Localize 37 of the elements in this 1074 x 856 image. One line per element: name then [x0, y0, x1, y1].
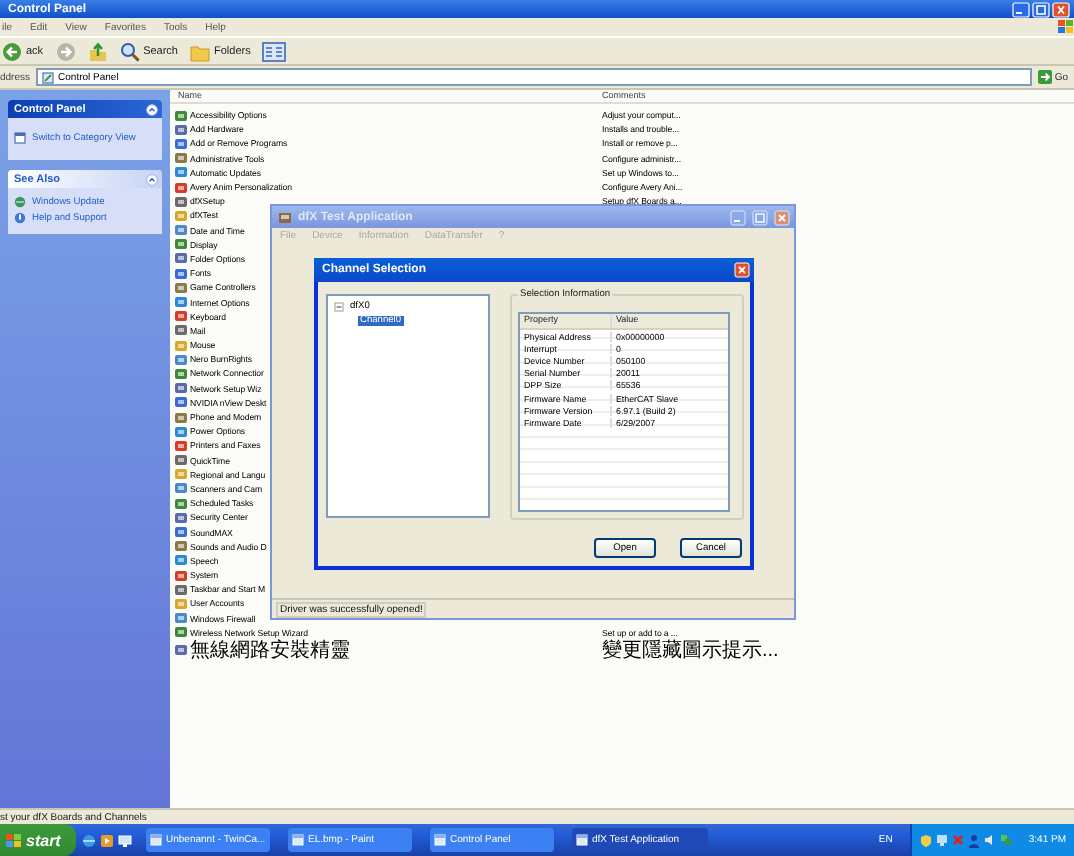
- forward-icon: [55, 41, 76, 61]
- person-icon[interactable]: [968, 833, 981, 847]
- help-icon: [14, 212, 26, 224]
- collapse-icon[interactable]: [146, 103, 158, 115]
- network-icon[interactable]: [1000, 834, 1013, 846]
- shield-icon[interactable]: [920, 833, 933, 847]
- window-icon: [434, 834, 446, 846]
- views-icon: [262, 41, 287, 61]
- up-folder-icon: [87, 41, 108, 61]
- up-button[interactable]: [85, 41, 110, 61]
- window-icon: [292, 834, 304, 846]
- window-icon: [150, 834, 162, 846]
- forward-button[interactable]: [53, 41, 78, 61]
- speaker-icon[interactable]: [984, 834, 997, 846]
- monitor-icon[interactable]: [936, 834, 949, 846]
- cross-icon[interactable]: [952, 834, 965, 846]
- applet-name[interactable]: 無線網路安裝精靈: [190, 636, 350, 665]
- flag-icon: [6, 833, 22, 847]
- desktop-icon[interactable]: [118, 833, 132, 847]
- window-icon: [14, 132, 26, 144]
- maximize-icon[interactable]: [752, 209, 768, 225]
- globe-icon: [14, 196, 26, 208]
- collapse-icon[interactable]: [146, 173, 158, 185]
- media-icon[interactable]: [100, 833, 114, 847]
- window-icon: [576, 834, 588, 846]
- globe-icon[interactable]: [82, 833, 96, 847]
- applet-comment: 變更隱藏圖示提示...: [602, 638, 779, 665]
- go-arrow-icon: [1038, 70, 1053, 84]
- folder-icon: [190, 41, 210, 61]
- flag-icon: [1058, 20, 1074, 34]
- minimize-icon[interactable]: [730, 209, 746, 225]
- control-panel-icon: [42, 71, 55, 83]
- app-icon: [278, 211, 292, 223]
- collapse-icon[interactable]: [334, 302, 344, 312]
- search-icon: [119, 41, 140, 61]
- views-button[interactable]: [260, 41, 289, 61]
- start-button[interactable]: start: [0, 824, 76, 856]
